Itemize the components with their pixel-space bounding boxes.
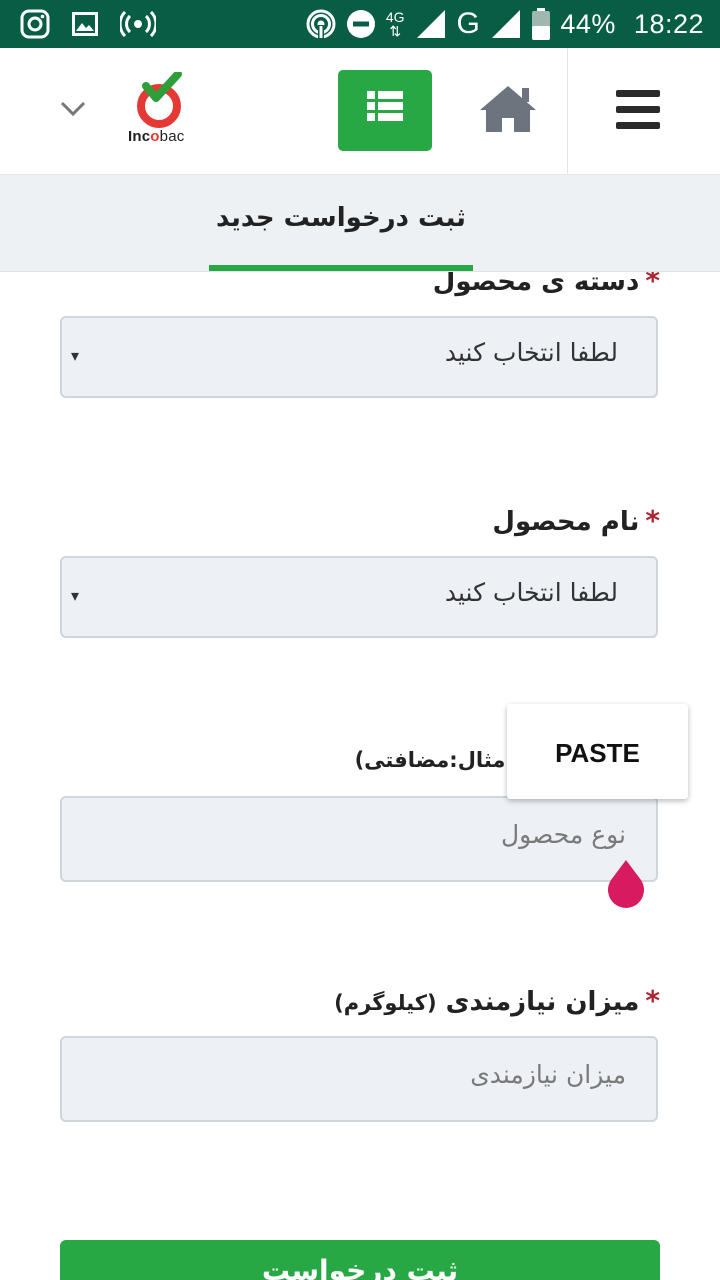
quantity-unit: (کیلوگرم) bbox=[334, 991, 437, 1015]
paste-button[interactable]: PASTE bbox=[507, 738, 688, 769]
status-bar: 4G ⇅ G 44% 18:22 bbox=[0, 0, 720, 48]
status-bar-right: 4G ⇅ G 44% 18:22 bbox=[306, 0, 704, 48]
battery-percent: 44% bbox=[560, 8, 616, 39]
product-type-label: (مثال:مضافتی) bbox=[354, 748, 515, 772]
hamburger-icon bbox=[616, 90, 660, 97]
hamburger-icon-bar bbox=[616, 106, 660, 113]
caret-down-icon: ▾ bbox=[71, 346, 80, 365]
product-type-placeholder: نوع محصول bbox=[500, 820, 626, 849]
logo-text-rest: bac bbox=[159, 128, 185, 145]
do-not-disturb-icon bbox=[346, 9, 376, 39]
logo-text: Incobac bbox=[128, 128, 184, 145]
status-bar-left bbox=[20, 8, 156, 40]
quantity-label-text: میزان نیازمندی bbox=[445, 987, 640, 1017]
battery-icon bbox=[532, 8, 551, 40]
tab-active-indicator bbox=[209, 265, 473, 271]
signal-icon bbox=[490, 8, 522, 40]
logo-text-bold: Inc bbox=[128, 128, 151, 145]
list-icon bbox=[367, 91, 403, 121]
hamburger-icon-bar bbox=[616, 122, 660, 129]
product-name-select-value: لطفا انتخاب کنید bbox=[444, 578, 618, 607]
product-name-select[interactable]: لطفا انتخاب کنید ▾ bbox=[60, 556, 658, 638]
product-type-input[interactable]: نوع محصول bbox=[60, 796, 658, 882]
quantity-input[interactable]: میزان نیازمندی bbox=[60, 1036, 658, 1122]
required-marker: * bbox=[645, 272, 660, 297]
caret-down-icon: ▾ bbox=[71, 586, 80, 605]
clock: 18:22 bbox=[633, 8, 704, 39]
product-name-label-text: نام محصول bbox=[492, 507, 640, 537]
required-marker: * bbox=[645, 984, 660, 1017]
list-button[interactable] bbox=[338, 70, 432, 151]
submit-button[interactable]: ثبت درخواست bbox=[60, 1240, 660, 1280]
app-header: Incobac bbox=[0, 48, 720, 175]
logo-dot: o bbox=[150, 128, 160, 145]
tab-strip: ثبت درخواست جدید bbox=[0, 175, 720, 272]
required-marker: * bbox=[645, 504, 660, 537]
category-select-value: لطفا انتخاب کنید bbox=[444, 338, 618, 367]
product-name-label: *نام محصول bbox=[492, 504, 660, 537]
image-icon bbox=[72, 12, 98, 36]
network-letter: G bbox=[456, 7, 481, 40]
tab-new-request[interactable]: ثبت درخواست جدید bbox=[209, 175, 473, 271]
cast-icon bbox=[306, 9, 336, 39]
category-label-text: دسته ی محصول bbox=[432, 272, 640, 297]
home-icon[interactable] bbox=[478, 84, 538, 134]
tab-label: ثبت درخواست جدید bbox=[216, 203, 466, 233]
category-label: *دسته ی محصول bbox=[433, 272, 660, 297]
text-cursor-handle[interactable] bbox=[605, 858, 647, 912]
instagram-icon bbox=[20, 9, 50, 39]
category-select[interactable]: لطفا انتخاب کنید ▾ bbox=[60, 316, 658, 398]
quantity-placeholder: میزان نیازمندی bbox=[470, 1060, 626, 1089]
chevron-down-icon[interactable] bbox=[60, 100, 86, 122]
signal-icon bbox=[415, 8, 447, 40]
quantity-label: *میزان نیازمندی (کیلوگرم) bbox=[334, 984, 660, 1017]
network-type-text: 4G bbox=[385, 9, 405, 25]
hotspot-icon bbox=[120, 11, 156, 37]
paste-context-menu: PASTE bbox=[507, 704, 688, 799]
menu-button[interactable] bbox=[567, 48, 720, 174]
network-type: 4G ⇅ bbox=[385, 9, 405, 39]
